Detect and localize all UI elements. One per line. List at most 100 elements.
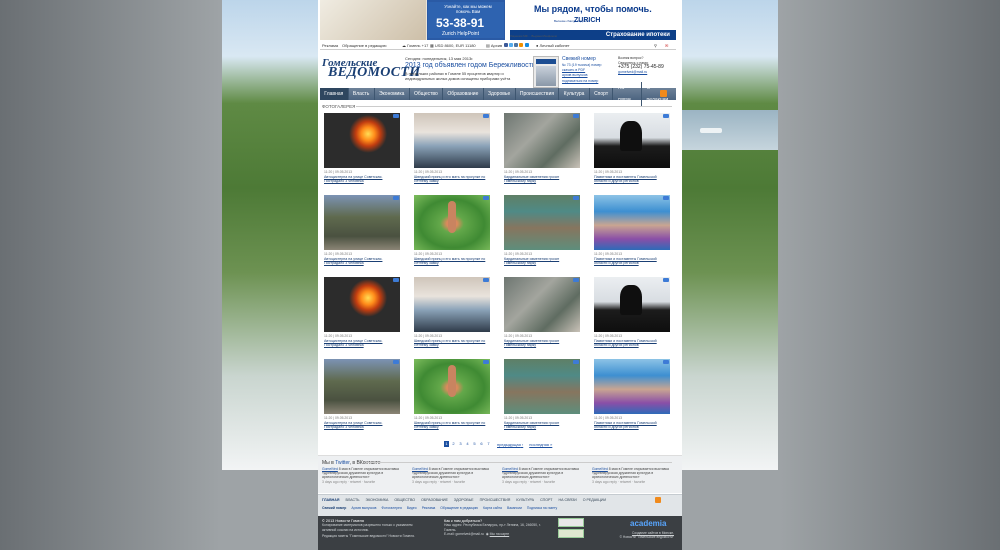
nav-item-economy[interactable]: Экономика: [375, 88, 410, 100]
gallery-card[interactable]: 11:20 | 09.05.2013 Автоцистерна на улице…: [324, 359, 400, 437]
counter-badge[interactable]: [558, 518, 584, 527]
gallery-photo[interactable]: [504, 195, 580, 250]
gallery-caption[interactable]: Кардинальные изменения грозят Гомельском…: [504, 339, 580, 348]
gallery-photo[interactable]: [504, 359, 580, 414]
gallery-card[interactable]: 11:20 | 09.05.2013 Памятники и постамент…: [594, 277, 670, 355]
page-3[interactable]: 3: [458, 441, 463, 447]
footer-sub-link[interactable]: Реклама: [422, 506, 436, 510]
tweet-time[interactable]: 3 days ago: [502, 480, 519, 484]
nav-item-power[interactable]: Власть: [349, 88, 375, 100]
gallery-photo[interactable]: [594, 113, 670, 168]
gallery-photo[interactable]: [324, 277, 400, 332]
last-page-link[interactable]: последняя »: [529, 442, 552, 447]
headline-link[interactable]: 2013 год объявлен годом Бережливости: [405, 62, 536, 69]
gallery-photo[interactable]: [594, 359, 670, 414]
gallery-caption[interactable]: Кардинальные изменения грозят Гомельском…: [504, 175, 580, 184]
odnoklassniki-icon[interactable]: [519, 43, 524, 47]
nav-item-home[interactable]: Главная: [320, 88, 349, 100]
counter-badge[interactable]: [558, 529, 584, 538]
facebook-icon[interactable]: [504, 43, 508, 47]
gallery-caption[interactable]: Шведский принц и его мать на прогулке по…: [414, 175, 490, 184]
footer-nav-economy[interactable]: ЭКОНОМИКА: [366, 498, 389, 502]
gallery-card[interactable]: 11:20 | 09.05.2013 Шведский принц и его …: [414, 359, 490, 437]
subscribe-link[interactable]: подписаться на номер: [562, 79, 601, 84]
gallery-card[interactable]: 11:20 | 09.05.2013 Памятники и постамент…: [594, 113, 670, 191]
page-4[interactable]: 4: [465, 441, 470, 447]
footer-sub-link[interactable]: Фотогалерея: [381, 506, 401, 510]
nav-item-sport[interactable]: Спорт: [590, 88, 614, 100]
gallery-caption[interactable]: Шведский принц и его мать на прогулке по…: [414, 339, 490, 348]
gallery-caption[interactable]: Шведский принц и его мать на прогулке по…: [414, 421, 490, 430]
footer-sub-link[interactable]: Обращение в редакцию: [440, 506, 478, 510]
gallery-card[interactable]: 11:20 | 09.05.2013 Памятники и постамент…: [594, 195, 670, 273]
gallery-card[interactable]: 11:20 | 09.05.2013 Шведский принц и его …: [414, 113, 490, 191]
contacts-email[interactable]: gomelved@mail.ru: [618, 70, 664, 75]
gallery-card[interactable]: 11:20 | 09.05.2013 Кардинальные изменени…: [504, 359, 580, 437]
tweet-time[interactable]: 3 days ago: [592, 480, 609, 484]
gallery-caption[interactable]: Автоцистерна на улице Советская. Пострад…: [324, 257, 400, 266]
academia-logo[interactable]: academia: [630, 519, 666, 528]
gallery-photo[interactable]: [504, 113, 580, 168]
prev-page-link[interactable]: предыдущая ›: [497, 442, 523, 447]
site-logo[interactable]: Гомельские ВЕДОМОСТИ: [322, 57, 420, 87]
gallery-photo[interactable]: [594, 195, 670, 250]
tweet-actions[interactable]: reply · retweet · favorite: [340, 480, 376, 484]
footer-nav-health[interactable]: ЗДОРОВЬЕ: [454, 498, 474, 502]
nav-item-culture[interactable]: Культура: [559, 88, 590, 100]
gallery-caption[interactable]: Кардинальные изменения грозят Гомельском…: [504, 257, 580, 266]
footer-sub-link[interactable]: Архив выпусков: [351, 506, 376, 510]
footer-nav-home[interactable]: ГЛАВНАЯ: [322, 498, 339, 502]
tweet-actions[interactable]: reply · retweet · favorite: [430, 480, 466, 484]
footer-sub-link[interactable]: Свежий номер: [322, 506, 346, 510]
footer-nav-sport[interactable]: СПОРТ: [540, 498, 552, 502]
footer-sub-link[interactable]: Карта сайта: [483, 506, 502, 510]
gallery-caption[interactable]: Автоцистерна на улице Советская. Пострад…: [324, 421, 400, 430]
gallery-photo[interactable]: [324, 359, 400, 414]
gallery-card[interactable]: 11:20 | 09.05.2013 Кардинальные изменени…: [504, 113, 580, 191]
contact-link[interactable]: Обращение в редакцию: [342, 41, 387, 50]
gallery-photo[interactable]: [324, 195, 400, 250]
gallery-photo[interactable]: [414, 113, 490, 168]
footer-nav-culture[interactable]: КУЛЬТУРА: [516, 498, 534, 502]
gallery-caption[interactable]: Автоцистерна на улице Советская. Пострад…: [324, 175, 400, 184]
mailru-icon[interactable]: [524, 43, 529, 47]
page-1[interactable]: 1: [444, 441, 449, 447]
gallery-photo[interactable]: [414, 359, 490, 414]
nav-item-contact[interactable]: На связи: [613, 82, 643, 106]
rss-icon[interactable]: [660, 90, 667, 97]
page-7[interactable]: 7: [486, 441, 491, 447]
gallery-card[interactable]: 11:20 | 09.05.2013 Кардинальные изменени…: [504, 195, 580, 273]
gallery-card[interactable]: 11:20 | 09.05.2013 Памятники и постамент…: [594, 359, 670, 437]
footer-sub-link[interactable]: Подписка на газету: [527, 506, 557, 510]
footer-nav-power[interactable]: ВЛАСТЬ: [345, 498, 359, 502]
gallery-card[interactable]: 11:20 | 09.05.2013 Кардинальные изменени…: [504, 277, 580, 355]
vk-icon[interactable]: [514, 43, 519, 47]
gallery-photo[interactable]: [504, 277, 580, 332]
footer-nav-incidents[interactable]: ПРОИСШЕСТВИЯ: [480, 498, 511, 502]
footer-nav-education[interactable]: ОБРАЗОВАНИЕ: [421, 498, 448, 502]
footer-nav-about[interactable]: О РЕДАКЦИИ: [583, 498, 606, 502]
gallery-card[interactable]: 11:20 | 09.05.2013 Автоцистерна на улице…: [324, 195, 400, 273]
archive-link[interactable]: ▤ Архив: [486, 41, 502, 50]
ads-link[interactable]: Реклама: [322, 41, 338, 50]
footer-email-text[interactable]: E-mail: gomelved@mail.ru: [444, 532, 484, 536]
fresh-issue-title[interactable]: Свежий номер: [562, 56, 596, 62]
footer-map-link[interactable]: Мы на карте: [490, 532, 510, 536]
nav-item-incidents[interactable]: Происшествия: [516, 88, 560, 100]
gallery-caption[interactable]: Шведский принц и его мать на прогулке по…: [414, 257, 490, 266]
nav-item-education[interactable]: Образование: [443, 88, 484, 100]
gallery-card[interactable]: 11:20 | 09.05.2013 Шведский принц и его …: [414, 195, 490, 273]
tweet-time[interactable]: 3 days ago: [412, 480, 429, 484]
gallery-photo[interactable]: [594, 277, 670, 332]
tweet-time[interactable]: 3 days ago: [322, 480, 339, 484]
weather-widget[interactable]: ☁ Гомель +17: [402, 41, 428, 50]
nav-item-health[interactable]: Здоровье: [484, 88, 516, 100]
footer-nav-society[interactable]: ОБЩЕСТВО: [394, 498, 415, 502]
page-2[interactable]: 2: [451, 441, 456, 447]
nav-item-society[interactable]: Общество: [410, 88, 444, 100]
currency-widget[interactable]: ▦ USD 8600, EUR 11180: [430, 41, 476, 50]
gallery-caption[interactable]: Кардинальные изменения грозят Гомельском…: [504, 421, 580, 430]
search-icon[interactable]: ⚲: [654, 41, 657, 50]
gallery-card[interactable]: 11:20 | 09.05.2013 Автоцистерна на улице…: [324, 277, 400, 355]
gallery-caption[interactable]: Автоцистерна на улице Советская. Пострад…: [324, 339, 400, 348]
